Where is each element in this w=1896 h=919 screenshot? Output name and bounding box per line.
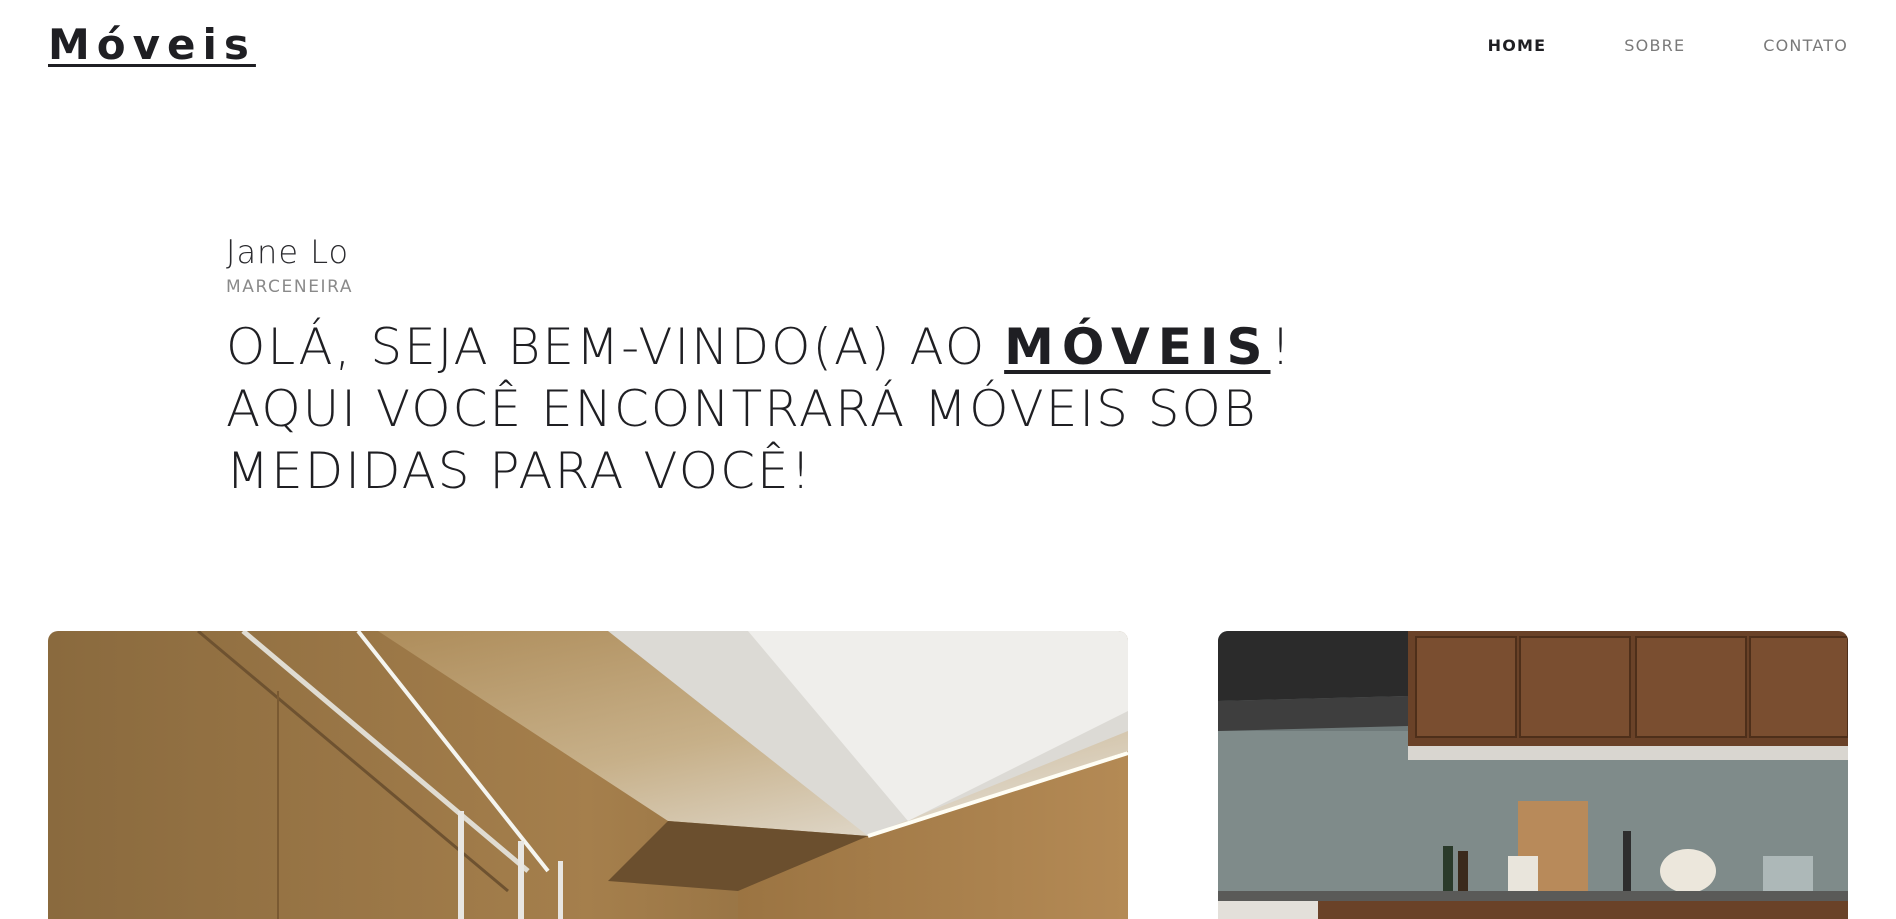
nav-item-contato[interactable]: CONTATO — [1763, 36, 1848, 55]
main-nav: HOME SOBRE CONTATO — [1410, 36, 1848, 55]
nav-item-home[interactable]: HOME — [1488, 36, 1547, 55]
headline-brand-link[interactable]: MÓVEIS — [1004, 318, 1270, 376]
author-name: Jane Lo — [226, 233, 350, 271]
site-header: Móveis HOME SOBRE CONTATO — [0, 0, 1896, 95]
hero-headline: OLÁ, SEJA BEM-VINDO(A) AO MÓVEIS! AQUI V… — [226, 316, 1376, 502]
intro-section: Jane Lo MARCENEIRA OLÁ, SEJA BEM-VINDO(A… — [226, 232, 1376, 502]
headline-prefix: OLÁ, SEJA BEM-VINDO(A) AO — [226, 318, 1005, 376]
nav-item-sobre[interactable]: SOBRE — [1624, 36, 1685, 55]
site-logo[interactable]: Móveis — [48, 20, 256, 69]
wood-paneled-corridor-photo — [48, 631, 1128, 919]
author-role: MARCENEIRA — [226, 277, 354, 297]
kitchen-cabinets-photo — [1218, 631, 1848, 919]
